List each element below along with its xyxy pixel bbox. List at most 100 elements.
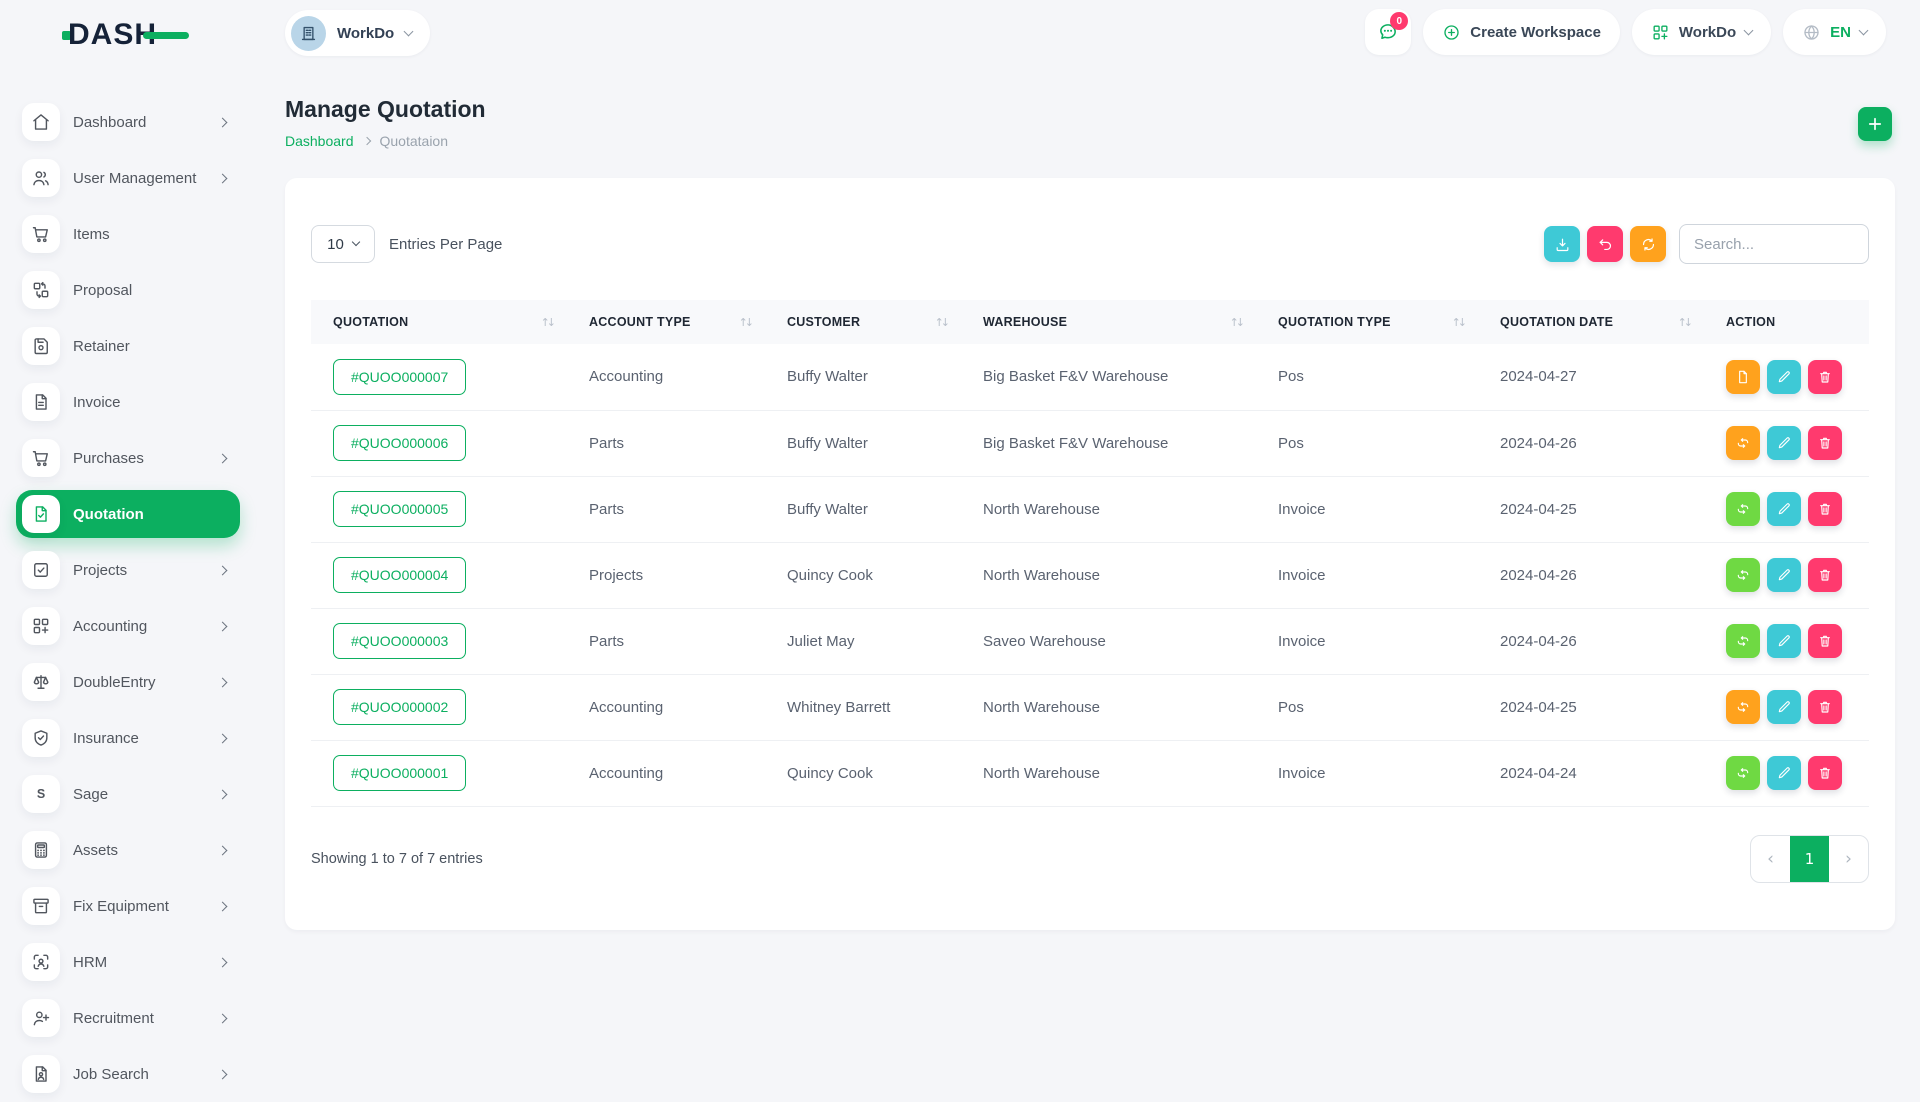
messages-badge: 0	[1390, 12, 1408, 30]
delete-button[interactable]	[1808, 426, 1842, 460]
scale-icon	[22, 663, 60, 701]
column-header-warehouse[interactable]: WAREHOUSE	[983, 300, 1278, 344]
quotation-number-button[interactable]: #QUOO000006	[333, 425, 466, 461]
sidebar-item-items[interactable]: Items	[0, 206, 256, 262]
chevron-right-icon	[219, 953, 226, 971]
sidebar-item-hrm[interactable]: HRM	[0, 934, 256, 990]
quotation-number-button[interactable]: #QUOO000005	[333, 491, 466, 527]
workspace-avatar	[291, 16, 326, 51]
sidebar-item-assets[interactable]: Assets	[0, 822, 256, 878]
sort-icon[interactable]	[1230, 316, 1242, 329]
delete-button[interactable]	[1808, 360, 1842, 394]
table-row: #QUOO000005PartsBuffy WalterNorth Wareho…	[311, 476, 1869, 542]
column-header-quotation-date[interactable]: QUOTATION DATE	[1500, 300, 1726, 344]
chevron-right-icon	[219, 449, 226, 467]
sort-icon[interactable]	[739, 316, 751, 329]
delete-button[interactable]	[1808, 558, 1842, 592]
pagination-page-1[interactable]: 1	[1790, 836, 1829, 882]
quotation-number-button[interactable]: #QUOO000001	[333, 755, 466, 791]
sidebar-item-accounting[interactable]: Accounting	[0, 598, 256, 654]
edit-button[interactable]	[1767, 492, 1801, 526]
edit-button[interactable]	[1767, 756, 1801, 790]
edit-button[interactable]	[1767, 426, 1801, 460]
convert-button[interactable]	[1726, 756, 1760, 790]
delete-button[interactable]	[1808, 492, 1842, 526]
delete-button[interactable]	[1808, 690, 1842, 724]
convert-button[interactable]	[1726, 426, 1760, 460]
search-input[interactable]	[1679, 224, 1869, 264]
chevron-right-icon	[362, 137, 370, 145]
language-selector[interactable]: EN	[1783, 9, 1886, 55]
convert-button[interactable]	[1726, 492, 1760, 526]
sidebar-item-insurance[interactable]: Insurance	[0, 710, 256, 766]
delete-button[interactable]	[1808, 756, 1842, 790]
convert-button[interactable]	[1726, 624, 1760, 658]
sort-icon[interactable]	[541, 316, 553, 329]
convert-button[interactable]	[1726, 558, 1760, 592]
sort-icon[interactable]	[935, 316, 947, 329]
sidebar-item-doubleentry[interactable]: DoubleEntry	[0, 654, 256, 710]
sidebar-item-job-search[interactable]: Job Search	[0, 1046, 256, 1102]
quotation-number-button[interactable]: #QUOO000002	[333, 689, 466, 725]
delete-button[interactable]	[1808, 624, 1842, 658]
sidebar-item-user-management[interactable]: User Management	[0, 150, 256, 206]
warehouse-cell: Big Basket F&V Warehouse	[983, 344, 1278, 410]
column-header-account-type[interactable]: ACCOUNT TYPE	[589, 300, 787, 344]
column-header-quotation-type[interactable]: QUOTATION TYPE	[1278, 300, 1500, 344]
account-type-cell: Parts	[589, 410, 787, 476]
sidebar-item-proposal[interactable]: Proposal	[0, 262, 256, 318]
app-logo[interactable]: DASH	[62, 18, 189, 52]
sidebar-item-quotation[interactable]: Quotation	[0, 486, 256, 542]
topbar-actions: 0 Create Workspace WorkDo EN	[1365, 9, 1886, 55]
quotation-number-button[interactable]: #QUOO000004	[333, 557, 466, 593]
refresh-button[interactable]	[1630, 226, 1666, 262]
sidebar-item-invoice[interactable]: Invoice	[0, 374, 256, 430]
create-workspace-button[interactable]: Create Workspace	[1423, 9, 1620, 55]
sidebar-item-label: Projects	[73, 562, 127, 579]
sort-icon[interactable]	[1452, 316, 1464, 329]
sidebar-item-fix-equipment[interactable]: Fix Equipment	[0, 878, 256, 934]
chevron-right-icon	[219, 113, 226, 131]
sidebar-item-sage[interactable]: SSage	[0, 766, 256, 822]
row-actions	[1726, 558, 1869, 592]
quotation-date-cell: 2024-04-26	[1500, 542, 1726, 608]
row-actions	[1726, 624, 1869, 658]
file-check-icon	[22, 495, 60, 533]
undo-button[interactable]	[1587, 226, 1623, 262]
pagination-prev-button[interactable]: ‹	[1751, 836, 1790, 882]
table-row: #QUOO000003PartsJuliet MaySaveo Warehous…	[311, 608, 1869, 674]
users-icon	[22, 159, 60, 197]
edit-button[interactable]	[1767, 360, 1801, 394]
messages-button[interactable]: 0	[1365, 9, 1411, 55]
chevron-down-icon	[352, 238, 360, 246]
column-header-customer[interactable]: CUSTOMER	[787, 300, 983, 344]
edit-button[interactable]	[1767, 558, 1801, 592]
breadcrumb-dashboard-link[interactable]: Dashboard	[285, 133, 354, 149]
pagination-next-button[interactable]: ›	[1829, 836, 1868, 882]
view-button[interactable]	[1726, 360, 1760, 394]
table-footer: Showing 1 to 7 of 7 entries ‹ 1 ›	[311, 836, 1869, 882]
row-actions	[1726, 426, 1869, 460]
column-header-quotation[interactable]: QUOTATION	[311, 300, 589, 344]
sidebar-item-projects[interactable]: Projects	[0, 542, 256, 598]
edit-button[interactable]	[1767, 624, 1801, 658]
person-focus-icon	[22, 943, 60, 981]
sidebar-item-dashboard[interactable]: Dashboard	[0, 94, 256, 150]
workspace-menu-button[interactable]: WorkDo	[1632, 9, 1771, 55]
sidebar-item-recruitment[interactable]: Recruitment	[0, 990, 256, 1046]
quotation-type-cell: Pos	[1278, 674, 1500, 740]
export-button[interactable]	[1544, 226, 1580, 262]
quotation-number-button[interactable]: #QUOO000007	[333, 359, 466, 395]
edit-button[interactable]	[1767, 690, 1801, 724]
create-workspace-label: Create Workspace	[1470, 24, 1601, 41]
sidebar-item-retainer[interactable]: Retainer	[0, 318, 256, 374]
sidebar-item-purchases[interactable]: Purchases	[0, 430, 256, 486]
customer-cell: Whitney Barrett	[787, 674, 983, 740]
sort-icon[interactable]	[1678, 316, 1690, 329]
entries-per-page-select[interactable]: 10	[311, 225, 375, 263]
add-quotation-button[interactable]	[1858, 107, 1892, 141]
workspace-switcher[interactable]: WorkDo	[285, 10, 430, 56]
plus-circle-icon	[1442, 23, 1461, 42]
quotation-number-button[interactable]: #QUOO000003	[333, 623, 466, 659]
convert-button[interactable]	[1726, 690, 1760, 724]
